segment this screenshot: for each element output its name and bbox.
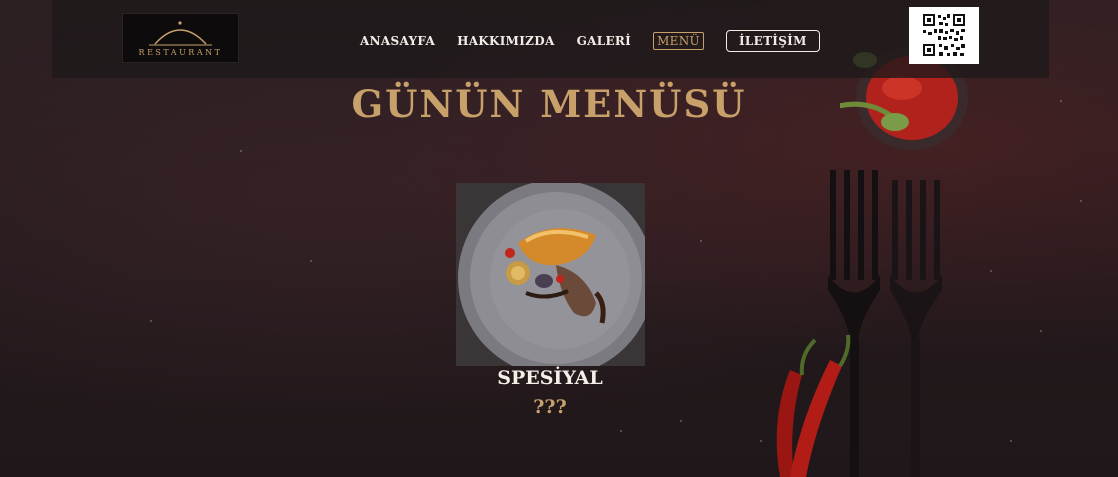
qr-code-icon[interactable] bbox=[909, 7, 979, 64]
nav-link-about[interactable]: HAKKIMIZDA bbox=[457, 34, 555, 48]
dish-price: ??? bbox=[533, 396, 567, 418]
header-bar: RESTAURANT ANASAYFA HAKKIMIZDA GALERİ ME… bbox=[52, 0, 1049, 78]
background-speck bbox=[150, 320, 152, 322]
logo-text: RESTAURANT bbox=[138, 48, 223, 57]
page-title: GÜNÜN MENÜSÜ bbox=[351, 82, 747, 126]
nav-link-contact[interactable]: İLETİŞİM bbox=[725, 30, 820, 52]
nav-link-home[interactable]: ANASAYFA bbox=[360, 34, 435, 48]
background-speck bbox=[1010, 440, 1012, 442]
restaurant-logo[interactable]: RESTAURANT bbox=[122, 13, 239, 63]
main-navigation: ANASAYFA HAKKIMIZDA GALERİ MENÜ İLETİŞİM bbox=[360, 30, 820, 52]
background-speck bbox=[1040, 330, 1042, 332]
plated-dish-image bbox=[456, 183, 645, 366]
dish-name: SPESİYAL bbox=[497, 367, 603, 389]
dish-image[interactable] bbox=[456, 183, 645, 366]
background-speck bbox=[1080, 200, 1082, 202]
background-speck bbox=[620, 430, 622, 432]
background-speck bbox=[990, 270, 992, 272]
background-speck bbox=[680, 420, 682, 422]
background-speck bbox=[310, 260, 312, 262]
background-speck bbox=[240, 150, 242, 152]
chili-pepper-decoration bbox=[776, 334, 851, 477]
nav-link-gallery[interactable]: GALERİ bbox=[577, 34, 632, 48]
nav-link-menu[interactable]: MENÜ bbox=[653, 32, 704, 50]
background-speck bbox=[700, 240, 702, 242]
